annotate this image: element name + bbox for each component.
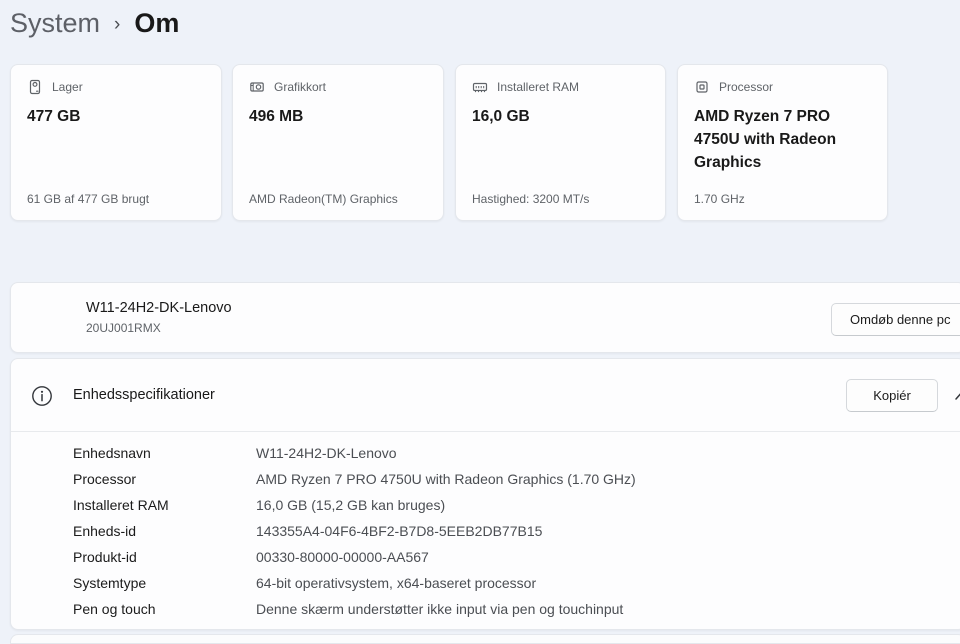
ram-card-label: Installeret RAM <box>497 80 579 94</box>
spec-label: Produkt-id <box>73 549 256 565</box>
spec-value: 64-bit operativsystem, x64-baseret proce… <box>256 575 536 591</box>
storage-card-label: Lager <box>52 80 83 94</box>
device-specs-expander: Enhedsspecifikationer Kopiér Enhedsnavn … <box>10 358 960 630</box>
breadcrumb: System › Om <box>10 8 179 39</box>
device-specs-title: Enhedsspecifikationer <box>73 387 215 403</box>
ram-icon <box>472 79 488 95</box>
chevron-up-icon[interactable] <box>946 387 960 408</box>
table-row: Enhedsnavn W11-24H2-DK-Lenovo <box>11 440 960 466</box>
table-row: Systemtype 64-bit operativsystem, x64-ba… <box>11 570 960 596</box>
next-section-card-edge <box>10 634 960 644</box>
storage-icon <box>27 79 43 95</box>
device-specs-expander-header[interactable]: Enhedsspecifikationer Kopiér <box>11 359 960 431</box>
device-name: W11-24H2-DK-Lenovo <box>86 300 232 316</box>
breadcrumb-chevron-icon: › <box>114 11 120 36</box>
page-title: Om <box>134 8 179 39</box>
gpu-card-value: 496 MB <box>249 105 429 128</box>
table-row: Installeret RAM 16,0 GB (15,2 GB kan bru… <box>11 492 960 518</box>
table-row: Enheds-id 143355A4-04F6-4BF2-B7D8-5EEB2D… <box>11 518 960 544</box>
spec-label: Enhedsnavn <box>73 445 256 461</box>
table-row: Produkt-id 00330-80000-00000-AA567 <box>11 544 960 570</box>
spec-value: 00330-80000-00000-AA567 <box>256 549 429 565</box>
gpu-icon <box>249 79 265 95</box>
ram-card-footer: Hastighed: 3200 MT/s <box>472 192 655 206</box>
breadcrumb-system[interactable]: System <box>10 8 100 39</box>
cpu-card-footer: 1.70 GHz <box>694 192 877 206</box>
gpu-card-footer: AMD Radeon(TM) Graphics <box>249 192 433 206</box>
storage-card: Lager 477 GB 61 GB af 477 GB brugt <box>10 64 222 221</box>
spec-label: Installeret RAM <box>73 497 256 513</box>
spec-label: Processor <box>73 471 256 487</box>
spec-value: W11-24H2-DK-Lenovo <box>256 445 397 461</box>
info-icon <box>31 385 53 412</box>
table-row: Pen og touch Denne skærm understøtter ik… <box>11 596 960 622</box>
spec-label: Pen og touch <box>73 601 256 617</box>
ram-card-value: 16,0 GB <box>472 105 651 128</box>
ram-card: Installeret RAM 16,0 GB Hastighed: 3200 … <box>455 64 666 221</box>
divider <box>11 431 960 432</box>
rename-pc-button[interactable]: Omdøb denne pc <box>831 303 960 336</box>
spec-value: 143355A4-04F6-4BF2-B7D8-5EEB2DB77B15 <box>256 523 542 539</box>
table-row: Processor AMD Ryzen 7 PRO 4750U with Rad… <box>11 466 960 492</box>
device-specs-table: Enhedsnavn W11-24H2-DK-Lenovo Processor … <box>11 440 960 622</box>
cpu-card-value: AMD Ryzen 7 PRO 4750U with Radeon Graphi… <box>694 105 873 174</box>
spec-value: AMD Ryzen 7 PRO 4750U with Radeon Graphi… <box>256 471 636 487</box>
cpu-icon <box>694 79 710 95</box>
device-model: 20UJ001RMX <box>86 321 161 335</box>
device-name-row: W11-24H2-DK-Lenovo 20UJ001RMX Omdøb denn… <box>10 282 960 353</box>
spec-label: Systemtype <box>73 575 256 591</box>
gpu-card-label: Grafikkort <box>274 80 326 94</box>
cpu-card: Processor AMD Ryzen 7 PRO 4750U with Rad… <box>677 64 888 221</box>
storage-card-footer: 61 GB af 477 GB brugt <box>27 192 211 206</box>
spec-label: Enheds-id <box>73 523 256 539</box>
gpu-card: Grafikkort 496 MB AMD Radeon(TM) Graphic… <box>232 64 444 221</box>
spec-value: 16,0 GB (15,2 GB kan bruges) <box>256 497 445 513</box>
spec-value: Denne skærm understøtter ikke input via … <box>256 601 623 617</box>
storage-card-value: 477 GB <box>27 105 207 128</box>
copy-button[interactable]: Kopiér <box>846 379 938 412</box>
cpu-card-label: Processor <box>719 80 773 94</box>
